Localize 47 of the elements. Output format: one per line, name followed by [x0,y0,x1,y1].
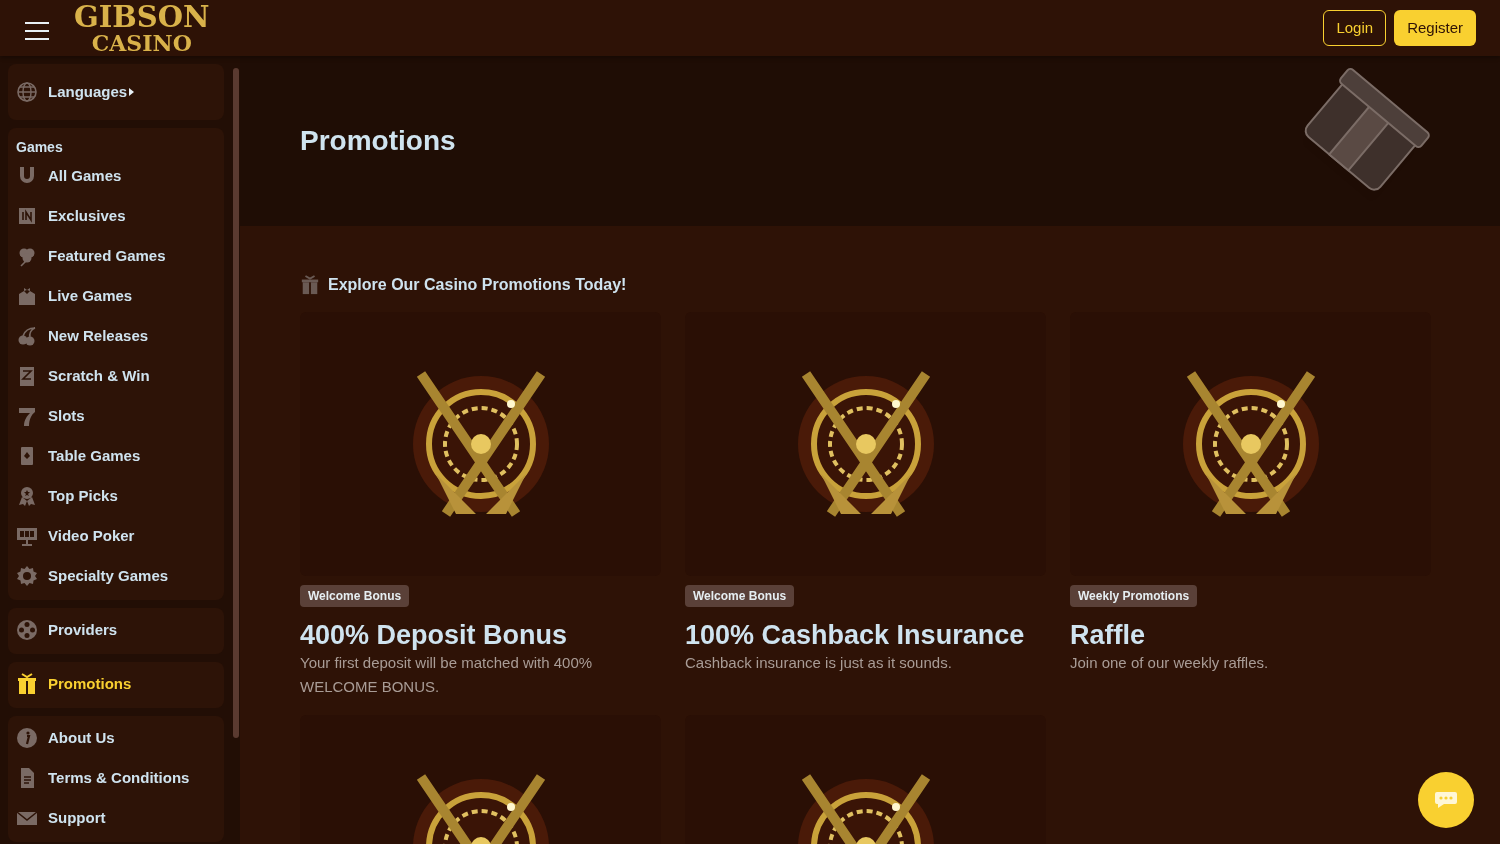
page-title: Promotions [300,124,456,158]
promo-title: 400% Deposit Bonus [300,619,569,652]
sidebar-item[interactable]: Live Games [16,276,216,316]
sidebar-item[interactable]: All Games [16,156,216,196]
sidebar-item[interactable]: New Releases [16,316,216,356]
sidebar-item[interactable]: Featured Games [16,236,216,276]
caret-icon [129,88,135,96]
scrollbar-thumb[interactable] [233,68,239,738]
info-icon [16,727,38,749]
sidebar-item[interactable]: Support [16,798,216,838]
sidebar-item[interactable]: Video Poker [16,516,216,556]
category-tag: Weekly Promotions [1070,585,1198,607]
sidebar-item[interactable]: Providers [16,610,216,650]
promo-title: 100% Cashback Insurance [685,619,1026,652]
sidebar-item[interactable]: Exclusives [16,196,216,236]
chat-icon [1434,791,1458,809]
sidebar-item[interactable]: Table Games [16,436,216,476]
category-tag: Welcome Bonus [685,585,795,607]
dealer-icon [16,285,38,307]
globe-icon [16,81,38,103]
gift-icon [16,673,38,695]
sidebar-item[interactable]: Specialty Games [16,556,216,596]
monitor-icon [16,525,38,547]
login-button[interactable]: Login [1323,9,1387,47]
sidebar-item[interactable]: Top Picks [16,476,216,516]
sidebar-item[interactable]: Scratch & Win [16,356,216,396]
gear-icon [16,565,38,587]
chip-icon [16,619,38,641]
section-title: Explore Our Casino Promotions Today! [328,275,627,295]
cherries-icon [16,325,38,347]
section-heading: Games [16,138,64,156]
category-tag: Welcome Bonus [300,585,410,607]
sidebar-item[interactable]: Languages [16,72,216,112]
sidebar-item[interactable]: Terms & Conditions [16,758,216,798]
casino-logo[interactable]: GIBSON CASINO [74,2,210,54]
promo-description: Join one of our weekly raffles. [1070,653,1270,674]
rosette-icon [16,485,38,507]
sidebar-item[interactable]: Promotions [16,664,216,704]
badge-icon [16,205,38,227]
promo-title: Raffle [1070,619,1146,652]
register-button[interactable]: Register [1394,9,1476,47]
promo-description: Your first deposit will be matched with 400% WELCOME BONUS. [300,653,594,698]
seven-icon [16,405,38,427]
sidebar-item[interactable]: About Us [16,718,216,758]
promo-description: Cashback insurance is just as it sounds. [685,653,953,674]
sidebar-item[interactable]: Slots [16,396,216,436]
gift-icon [300,274,320,296]
